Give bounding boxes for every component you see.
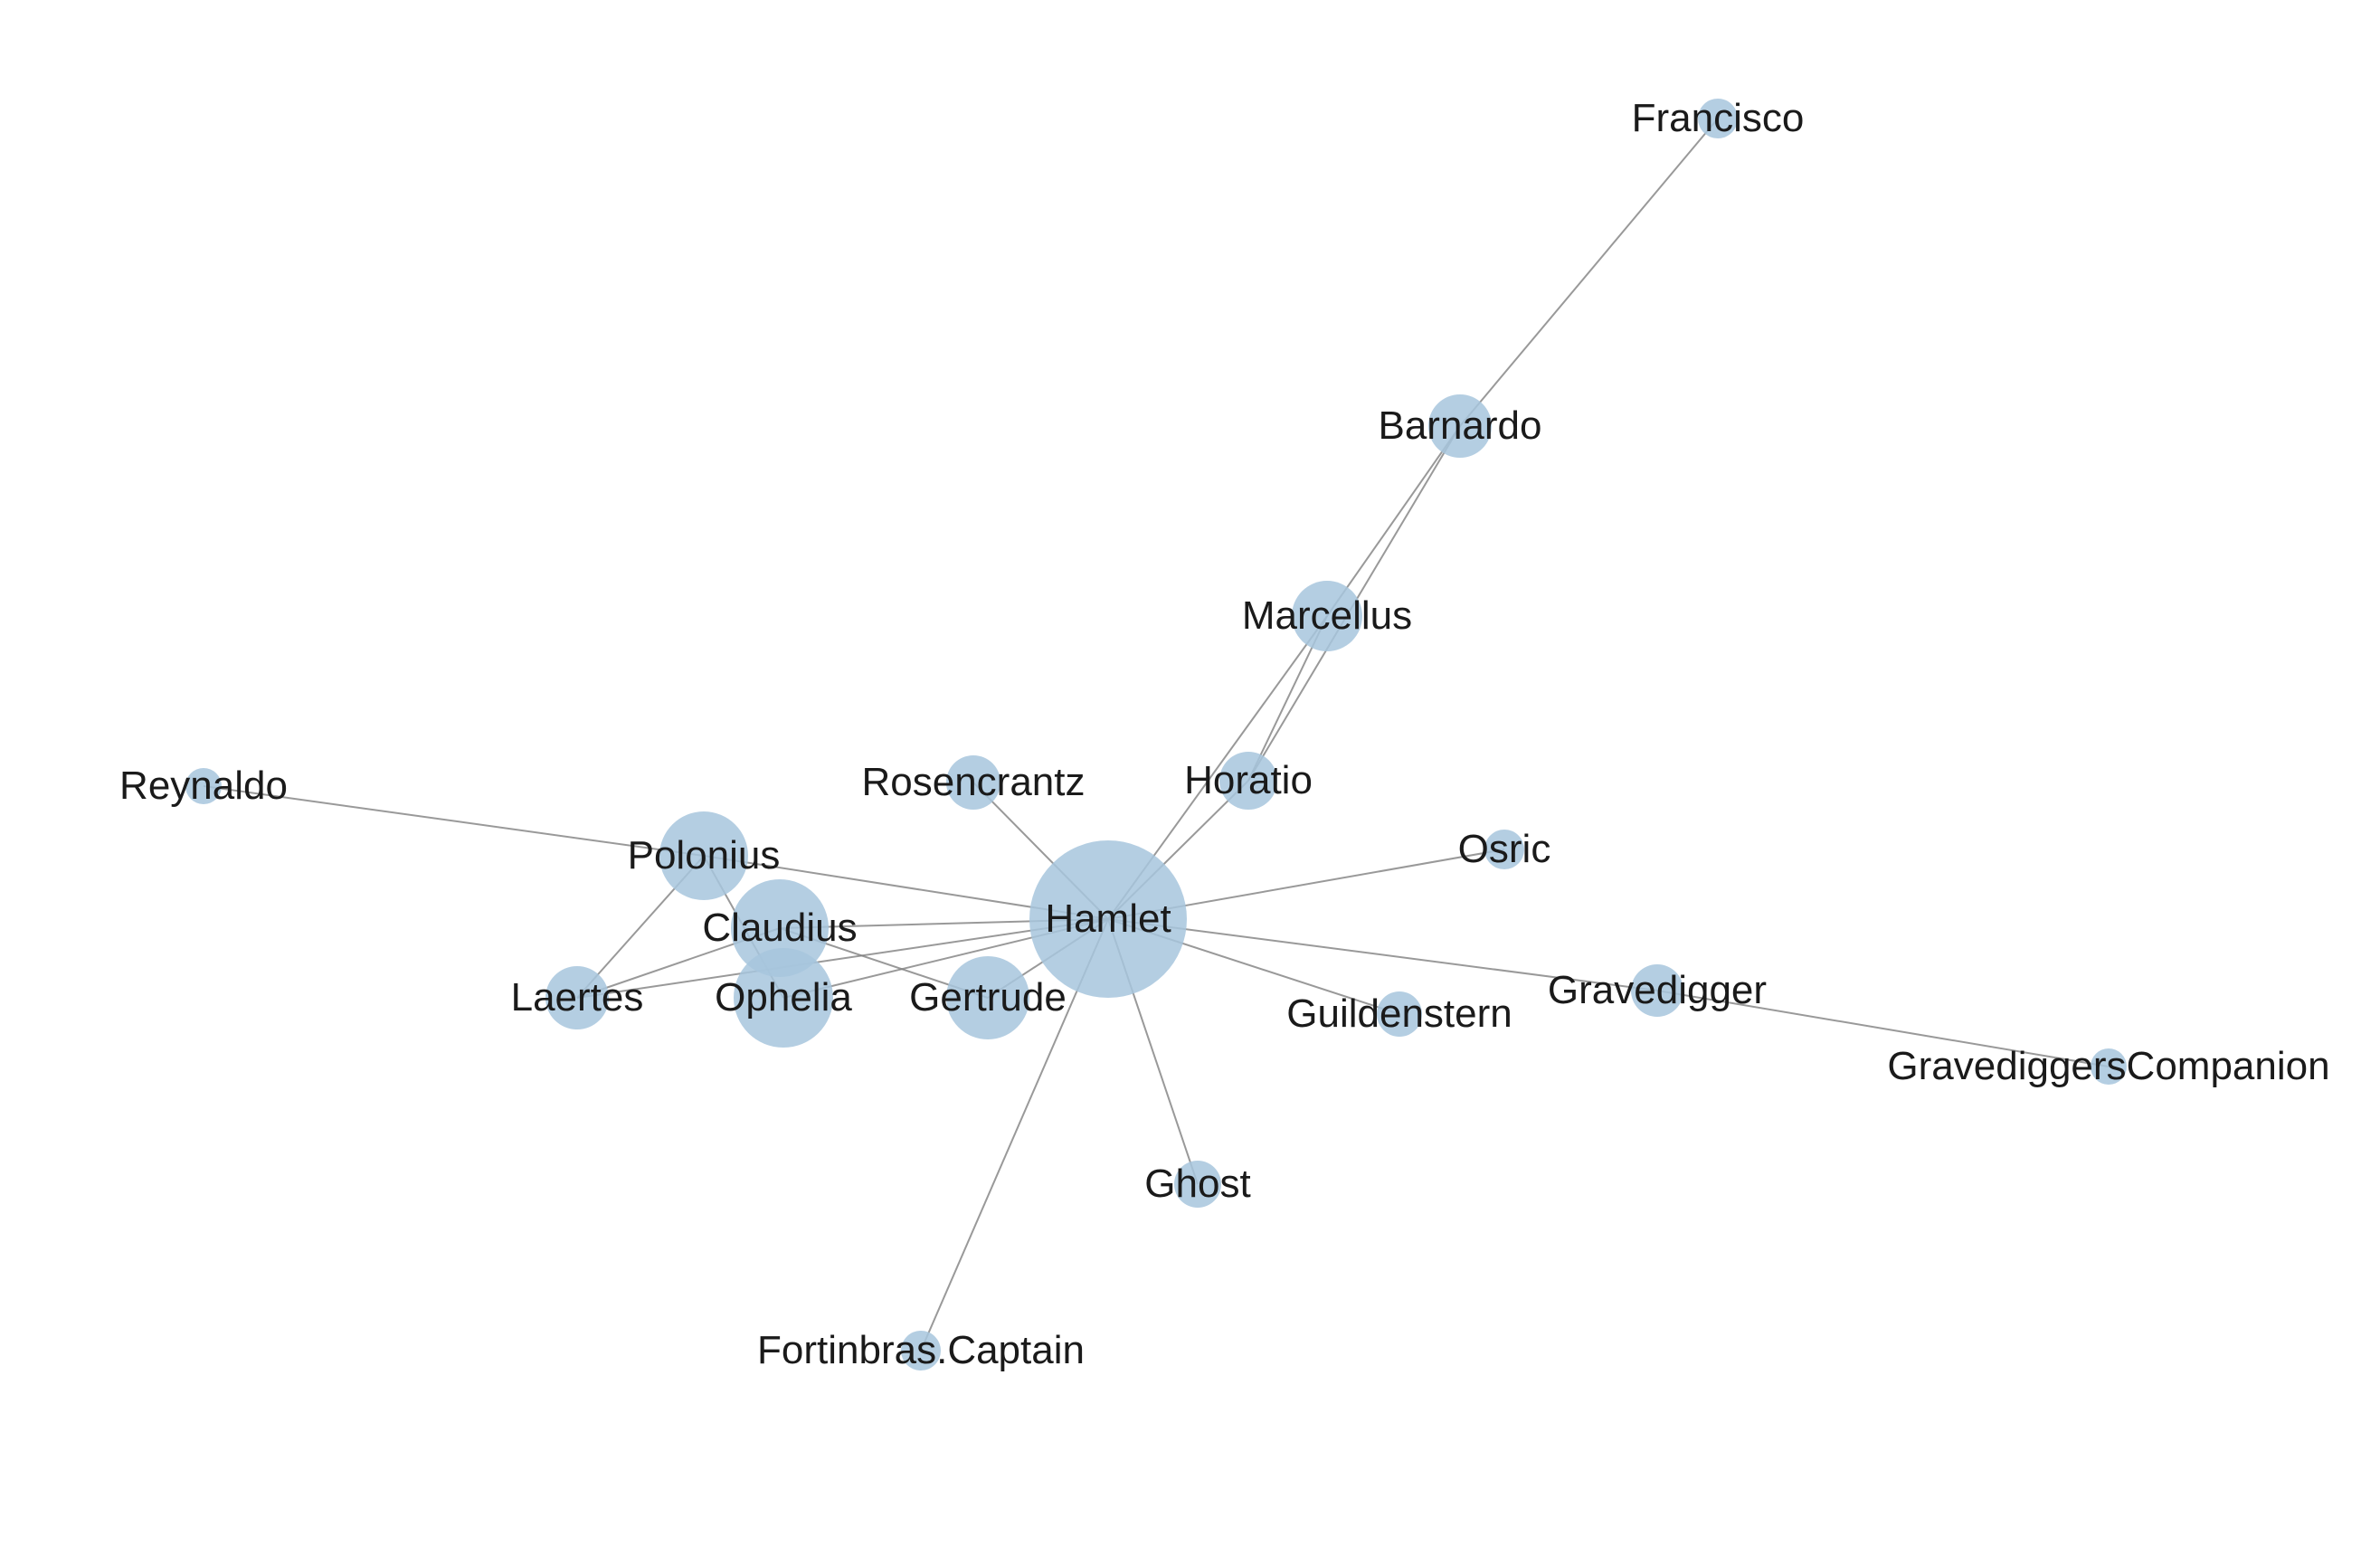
- node-GravediggersCompanion[interactable]: [2091, 1048, 2127, 1085]
- graph-svg: [0, 0, 2380, 1565]
- node-Marcellus[interactable]: [1292, 581, 1362, 651]
- network-graph: HamletClaudiusPoloniusOpheliaGertrudeHor…: [0, 0, 2380, 1565]
- node-Rosencrantz[interactable]: [946, 755, 1000, 810]
- node-FortinbrasCaptain[interactable]: [901, 1331, 941, 1371]
- node-Osric[interactable]: [1484, 830, 1524, 869]
- node-Ophelia[interactable]: [734, 948, 833, 1048]
- node-Barnardo[interactable]: [1428, 394, 1492, 458]
- edge-Hamlet-Gravedigger: [1108, 919, 1657, 991]
- node-Gravedigger[interactable]: [1631, 964, 1683, 1017]
- node-Reynaldo[interactable]: [185, 768, 222, 804]
- node-Laertes[interactable]: [545, 966, 609, 1029]
- node-Gertrude[interactable]: [946, 956, 1029, 1039]
- edge-Hamlet-Laertes: [577, 919, 1108, 998]
- edge-Barnardo-Francisco: [1460, 119, 1718, 426]
- edge-Polonius-Reynaldo: [204, 786, 704, 856]
- node-Guildenstern[interactable]: [1377, 991, 1422, 1037]
- node-Ghost[interactable]: [1174, 1161, 1221, 1208]
- edges-group: [204, 119, 2109, 1351]
- node-Francisco[interactable]: [1698, 99, 1738, 138]
- node-Hamlet[interactable]: [1029, 840, 1187, 998]
- nodes-group: [185, 99, 2127, 1371]
- node-Horatio[interactable]: [1219, 752, 1277, 810]
- node-Polonius[interactable]: [659, 811, 748, 900]
- edge-Gravedigger-GravediggersCompanion: [1657, 991, 2109, 1067]
